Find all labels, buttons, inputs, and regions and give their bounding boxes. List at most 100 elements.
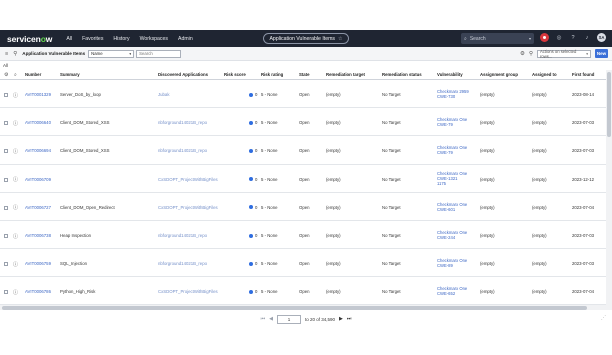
table-row[interactable]: ⓘ AVIT0006727 Client_DOM_Open_Redirect CxSD… [0,193,606,221]
table-row[interactable]: ⓘ AVIT0006709 CxSDOPT_ProjectWithBigFiles 0… [0,165,606,193]
actions-select[interactable]: Actions on selected rows... ▾ [537,49,591,59]
search-field-select[interactable]: Name ▾ [88,49,135,58]
filter-icon[interactable]: ⚲ [13,51,17,57]
nav-link-workspaces[interactable]: Workspaces [140,36,168,42]
row-discovered-application-link[interactable]: CxSDOPT_ProjectWithBigFiles [158,289,218,294]
page-input[interactable]: 1 [276,314,301,324]
row-discovered-application-link[interactable]: nbforground14021B_repo [158,120,207,125]
bell-icon[interactable]: ♪ [583,34,591,42]
row-number-link[interactable]: AVIT0001329 [25,92,51,97]
row-risk-rating: 5 - None [261,92,278,97]
search-field-value: Name [91,51,103,56]
row-discovered-application-link[interactable]: CxSDOPT_ProjectWithBigFiles [158,177,218,182]
row-checkbox[interactable] [4,262,8,267]
row-number-link[interactable]: AVIT0006640 [25,120,51,125]
avatar[interactable]: SA [597,33,606,42]
table-row[interactable]: ⓘ AVIT0006759 SQL_Injection nbforground1402… [0,249,606,278]
search-icon[interactable]: ⌕ [14,72,17,78]
row-discovered-application-link[interactable]: nbforground14021B_repo [158,261,207,266]
horizontal-scroll-thumb[interactable] [2,306,587,310]
table-row[interactable]: ⓘ AVIT0006738 Heap Inspection nbforground14… [0,221,606,250]
page-title-pill[interactable]: Application Vulnerable Items ☆ [263,33,349,44]
column-header-vulnerability[interactable]: Vulnerability [437,72,463,77]
new-button[interactable]: New [595,49,608,58]
favorite-star-icon[interactable]: ☆ [338,36,342,42]
row-vulnerability-link[interactable]: Checkmarx One CWE-79 [437,145,467,155]
row-vulnerability-link[interactable]: Checkmarx One CWE-79 [437,117,467,127]
nav-link-admin[interactable]: Admin [178,36,193,42]
column-header-assigned-to[interactable]: Assigned to [532,72,557,77]
row-checkbox[interactable] [4,290,8,295]
row-checkbox[interactable] [4,149,8,154]
column-header-remediation-status[interactable]: Remediation status [382,72,422,77]
table-row[interactable]: ⓘ AVIT0006694 Client_DOM_Stored_XSS nbforgr… [0,136,606,165]
previous-page-icon[interactable]: ◀ [269,316,273,322]
vertical-scroll-thumb[interactable] [607,72,611,137]
global-search-input[interactable]: ⌕ Search ▾ [461,33,534,44]
nav-link-history[interactable]: History [113,36,129,42]
row-info-icon[interactable]: ⓘ [13,148,18,155]
page-range-text: to 20 of 34,590 [304,316,336,322]
row-assigned-to: (empty) [532,148,547,154]
row-info-icon[interactable]: ⓘ [13,289,18,296]
row-discovered-application-link[interactable]: nbforground14021B_repo [158,148,207,153]
table-row[interactable]: ⓘ AVIT0001329 Server_DoS_by_loop Jubak 0 5 - … [0,80,606,109]
row-vulnerability-link[interactable]: Checkmarx One CWE-244 [437,230,467,240]
row-checkbox[interactable] [4,93,8,97]
column-header-risk-rating[interactable]: Risk rating [261,72,283,77]
table-row[interactable]: ⓘ AVIT0006786 Python_High_Risk CxSDOPT_Proj… [0,277,606,306]
row-vulnerability-link[interactable]: Checkmarx One CWE-89 [437,258,467,268]
hamburger-menu-icon[interactable]: ≡ [5,51,8,57]
servicenow-logo[interactable]: servicenow [7,34,52,44]
gear-icon[interactable]: ⚙ [520,51,525,57]
row-checkbox[interactable] [4,121,8,126]
column-header-remediation-target[interactable]: Remediation target [326,72,365,77]
row-vulnerability-link[interactable]: Checkmarx One CWE-652 [437,286,467,296]
settings-icon[interactable]: ⚙ [4,72,8,78]
row-number-link[interactable]: AVIT0006694 [25,148,51,153]
nav-link-all[interactable]: All [66,36,72,42]
row-discovered-application-link[interactable]: CxSDOPT_ProjectWithBigFiles [158,205,218,210]
column-header-risk-score[interactable]: Risk score [224,72,246,77]
row-info-icon[interactable]: ⓘ [13,233,18,240]
row-number-link[interactable]: AVIT0006759 [25,261,51,266]
row-info-icon[interactable]: ⓘ [13,92,18,99]
row-checkbox[interactable] [4,205,8,210]
vulnerability-line: CWE-89 [437,263,453,269]
row-info-icon[interactable]: ⓘ [13,120,18,127]
last-page-icon[interactable]: ⏭ [347,316,352,322]
next-page-icon[interactable]: ▶ [339,316,343,322]
list-search-input[interactable]: Search [136,49,182,58]
column-header-state[interactable]: State [299,72,310,77]
row-number-link[interactable]: AVIT0006786 [25,289,51,294]
table-row[interactable]: ⓘ AVIT0006640 Client_DOM_Stored_XSS nbforgr… [0,108,606,137]
attachment-icon[interactable]: ⚲ [529,51,533,57]
row-number-link[interactable]: AVIT0006738 [25,233,51,238]
column-header-number[interactable]: Number [25,72,41,77]
risk-score-indicator [249,177,253,182]
help-icon[interactable]: ? [569,34,577,42]
breadcrumb[interactable]: All [3,63,8,68]
nav-link-favorites[interactable]: Favorites [82,36,103,42]
horizontal-scrollbar[interactable] [0,304,606,310]
column-header-first-found[interactable]: First found [572,72,594,77]
column-header-discovered-applications[interactable]: Discovered Applications [158,72,208,77]
column-header-summary[interactable]: Summary [60,72,80,77]
row-checkbox[interactable] [4,177,8,182]
row-number-link[interactable]: AVIT0006727 [25,205,51,210]
record-icon[interactable] [540,33,549,42]
row-info-icon[interactable]: ⓘ [13,261,18,268]
row-info-icon[interactable]: ⓘ [13,204,18,211]
row-info-icon[interactable]: ⓘ [13,176,18,183]
row-discovered-application-link[interactable]: nbforground14021B_repo [158,233,207,238]
first-page-icon[interactable]: ⏮ [261,316,266,322]
row-vulnerability-link[interactable]: Checkmarx One CWE-601 [437,202,467,212]
vertical-scrollbar[interactable] [606,70,612,310]
row-discovered-application-link[interactable]: Jubak [158,92,169,97]
row-vulnerability-link[interactable]: Checkmarx 2959 CWE-730 [437,89,469,99]
row-checkbox[interactable] [4,234,8,238]
globe-icon[interactable]: ◎ [555,34,563,42]
row-number-link[interactable]: AVIT0006709 [25,177,51,182]
row-vulnerability-link[interactable]: Checkmarx One CWE-1321 1175 [437,171,467,186]
column-header-assignment-group[interactable]: Assignment group [480,72,518,77]
